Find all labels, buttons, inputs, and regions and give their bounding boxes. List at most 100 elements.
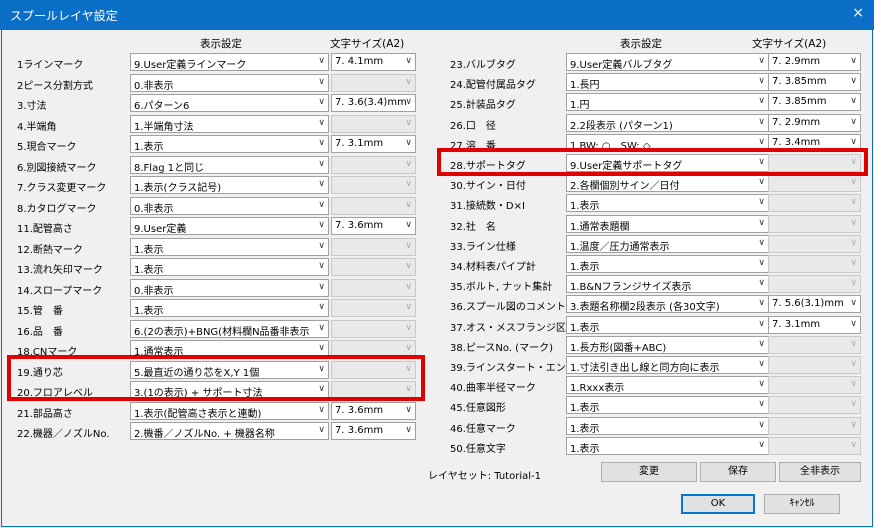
text-size-select: ∨ <box>768 275 861 293</box>
setting-label: 50.任意文字 <box>450 444 506 455</box>
save-button[interactable]: 保存 <box>700 462 776 482</box>
display-setting-select[interactable]: 1.B&Nフランジサイズ表示 ∨ <box>566 275 769 293</box>
chevron-down-icon: ∨ <box>758 56 765 66</box>
text-size-select: ∨ <box>768 356 861 374</box>
hide-all-button[interactable]: 全非表示 <box>779 462 861 482</box>
text-size-value: 7. 3.85mm <box>772 96 827 107</box>
chevron-down-icon: ∨ <box>850 117 857 127</box>
select-value: 1.温度／圧力通常表示 <box>570 242 670 253</box>
display-setting-select[interactable]: 1.長方形(図番+ABC) ∨ <box>566 336 769 354</box>
display-setting-select[interactable]: 1.表示 ∨ <box>566 255 769 273</box>
text-size-value: 7. 3.1mm <box>772 319 821 330</box>
text-size-select[interactable]: 7. 2.9mm ∨ <box>768 53 861 71</box>
text-size-select: ∨ <box>768 174 861 192</box>
display-setting-select[interactable]: 1.寸法引き出し線と同方向に表示 ∨ <box>566 356 769 374</box>
right-setting-row: 23.バルブタグ 9.User定義バルブタグ ∨ 7. 2.9mm ∨ <box>0 53 874 71</box>
text-size-select[interactable]: 7. 5.6(3.1)mm ∨ <box>768 295 861 313</box>
setting-label: 39.ラインスタート・エンド <box>450 363 576 374</box>
chevron-down-icon: ∨ <box>850 197 857 207</box>
text-size-select: ∨ <box>768 215 861 233</box>
left-display-header: 表示設定 <box>200 38 242 50</box>
select-value: 1.表示 <box>570 424 600 435</box>
right-setting-row: 31.接続数・D×I 1.表示 ∨ ∨ <box>0 194 874 212</box>
chevron-down-icon: ∨ <box>758 76 765 86</box>
right-setting-row: 26.口 径 2.2段表示 (パターン1) ∨ 7. 2.9mm ∨ <box>0 114 874 132</box>
chevron-down-icon: ∨ <box>850 359 857 369</box>
setting-label: 40.曲率半径マーク <box>450 383 536 394</box>
title-bar: スプールレイヤ設定 × <box>0 0 874 30</box>
display-setting-select[interactable]: 1.長円 ∨ <box>566 73 769 91</box>
select-value: 2.2段表示 (パターン1) <box>570 121 673 132</box>
display-setting-select[interactable]: 1.円 ∨ <box>566 93 769 111</box>
setting-label: 31.接続数・D×I <box>450 201 525 212</box>
setting-label: 23.バルブタグ <box>450 60 516 71</box>
right-setting-row: 34.材料表パイプ計 1.表示 ∨ ∨ <box>0 255 874 273</box>
chevron-down-icon: ∨ <box>758 440 765 450</box>
display-setting-select[interactable]: 1.表示 ∨ <box>566 316 769 334</box>
cancel-button[interactable]: ｷｬﾝｾﾙ <box>764 494 840 514</box>
setting-label: 32.社 名 <box>450 222 496 233</box>
setting-label: 45.任意図形 <box>450 403 506 414</box>
text-size-select: ∨ <box>768 437 861 455</box>
display-setting-select[interactable]: 9.User定義バルブタグ ∨ <box>566 53 769 71</box>
select-value: 1.通常表題欄 <box>570 222 630 233</box>
chevron-down-icon: ∨ <box>758 137 765 147</box>
right-setting-row: 36.スプール図のコメント 3.表題名称欄2段表示 (各30文字) ∨ 7. 5.6(… <box>0 295 874 313</box>
ok-button[interactable]: OK <box>681 494 755 514</box>
display-setting-select[interactable]: 1.表示 ∨ <box>566 417 769 435</box>
text-size-select[interactable]: 7. 3.1mm ∨ <box>768 316 861 334</box>
highlight-box-left <box>7 355 425 401</box>
right-setting-row: 50.任意文字 1.表示 ∨ ∨ <box>0 437 874 455</box>
text-size-select: ∨ <box>768 235 861 253</box>
text-size-value: 7. 3.85mm <box>772 76 827 87</box>
display-setting-select[interactable]: 1.Rxxx表示 ∨ <box>566 376 769 394</box>
setting-label: 25.計装品タグ <box>450 100 516 111</box>
select-value: 9.User定義バルブタグ <box>570 60 673 71</box>
chevron-down-icon: ∨ <box>850 339 857 349</box>
chevron-down-icon: ∨ <box>758 197 765 207</box>
display-setting-select[interactable]: 1.表示 ∨ <box>566 437 769 455</box>
select-value: 1.寸法引き出し線と同方向に表示 <box>570 363 720 374</box>
chevron-down-icon: ∨ <box>850 399 857 409</box>
chevron-down-icon: ∨ <box>850 298 857 308</box>
display-setting-select[interactable]: 1.表示 ∨ <box>566 396 769 414</box>
display-setting-select[interactable]: 2.2段表示 (パターン1) ∨ <box>566 114 769 132</box>
select-value: 1.円 <box>570 100 590 111</box>
chevron-down-icon: ∨ <box>850 177 857 187</box>
chevron-down-icon: ∨ <box>758 339 765 349</box>
display-setting-select[interactable]: 1.通常表題欄 ∨ <box>566 215 769 233</box>
highlight-box-right <box>437 148 868 176</box>
text-size-select[interactable]: 7. 3.85mm ∨ <box>768 73 861 91</box>
text-size-select: ∨ <box>768 194 861 212</box>
layer-set-label: レイヤセット: Tutorial-1 <box>428 471 541 482</box>
text-size-value: 7. 3.4mm <box>772 137 821 148</box>
display-setting-select[interactable]: 2.各欄個別サイン／日付 ∨ <box>566 174 769 192</box>
chevron-down-icon: ∨ <box>850 218 857 228</box>
display-setting-select[interactable]: 1.表示 ∨ <box>566 194 769 212</box>
select-value: 1.Rxxx表示 <box>570 383 625 394</box>
chevron-down-icon: ∨ <box>758 420 765 430</box>
chevron-down-icon: ∨ <box>850 278 857 288</box>
select-value: 1.表示 <box>570 262 600 273</box>
text-size-value: 7. 5.6(3.1)mm <box>772 298 844 309</box>
chevron-down-icon: ∨ <box>758 96 765 106</box>
close-icon[interactable]: × <box>852 5 864 21</box>
text-size-select[interactable]: 7. 3.85mm ∨ <box>768 93 861 111</box>
chevron-down-icon: ∨ <box>758 177 765 187</box>
select-value: 1.表示 <box>570 444 600 455</box>
setting-label: 37.オス・メスフランジ区分 <box>450 323 576 334</box>
display-setting-select[interactable]: 1.温度／圧力通常表示 ∨ <box>566 235 769 253</box>
right-setting-row: 32.社 名 1.通常表題欄 ∨ ∨ <box>0 215 874 233</box>
setting-label: 46.任意マーク <box>450 424 516 435</box>
change-button[interactable]: 変更 <box>601 462 697 482</box>
text-size-select: ∨ <box>768 376 861 394</box>
select-value: 1.表示 <box>570 323 600 334</box>
chevron-down-icon: ∨ <box>850 258 857 268</box>
text-size-select[interactable]: 7. 2.9mm ∨ <box>768 114 861 132</box>
display-setting-select[interactable]: 3.表題名称欄2段表示 (各30文字) ∨ <box>566 295 769 313</box>
chevron-down-icon: ∨ <box>758 359 765 369</box>
text-size-select: ∨ <box>768 396 861 414</box>
setting-label: 24.配管付属品タグ <box>450 80 536 91</box>
left-size-header: 文字サイズ(A2) <box>330 38 405 50</box>
chevron-down-icon: ∨ <box>850 56 857 66</box>
